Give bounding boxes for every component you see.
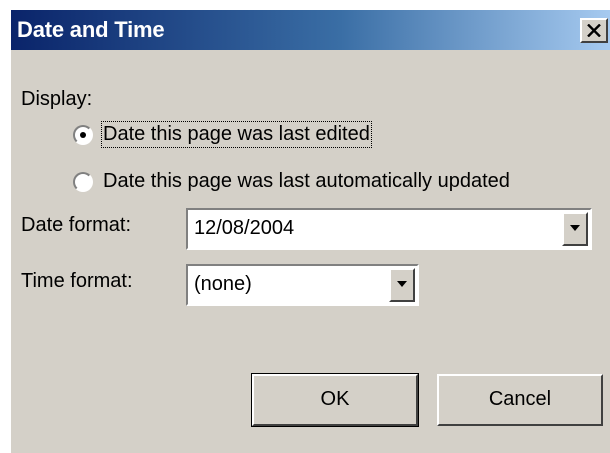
time-format-select[interactable]: (none) [186,264,419,306]
time-format-label: Time format: [21,270,133,292]
cancel-button[interactable]: Cancel [437,374,603,426]
date-format-label: Date format: [21,214,132,236]
chevron-down-icon [570,225,580,231]
time-format-dropdown-button[interactable] [389,268,415,302]
close-icon [587,24,601,37]
radio-last-updated-label[interactable]: Date this page was last automatically up… [103,170,510,193]
date-format-value: 12/08/2004 [194,217,295,239]
radio-button[interactable] [73,172,93,192]
ok-button[interactable]: OK [251,373,419,427]
title-bar[interactable]: Date and Time [11,10,610,50]
chevron-down-icon [397,281,407,287]
date-format-dropdown-button[interactable] [562,212,588,246]
close-button[interactable] [580,18,608,43]
radio-dot [80,132,86,138]
date-time-dialog: Date and Time Display: Date this page wa… [9,8,610,453]
date-format-select[interactable]: 12/08/2004 [186,208,592,250]
display-label: Display: [21,88,93,110]
radio-button-selected[interactable] [73,125,93,145]
dialog-title: Date and Time [17,17,165,42]
radio-last-edited-label[interactable]: Date this page was last edited [101,121,372,148]
time-format-value: (none) [194,273,252,295]
